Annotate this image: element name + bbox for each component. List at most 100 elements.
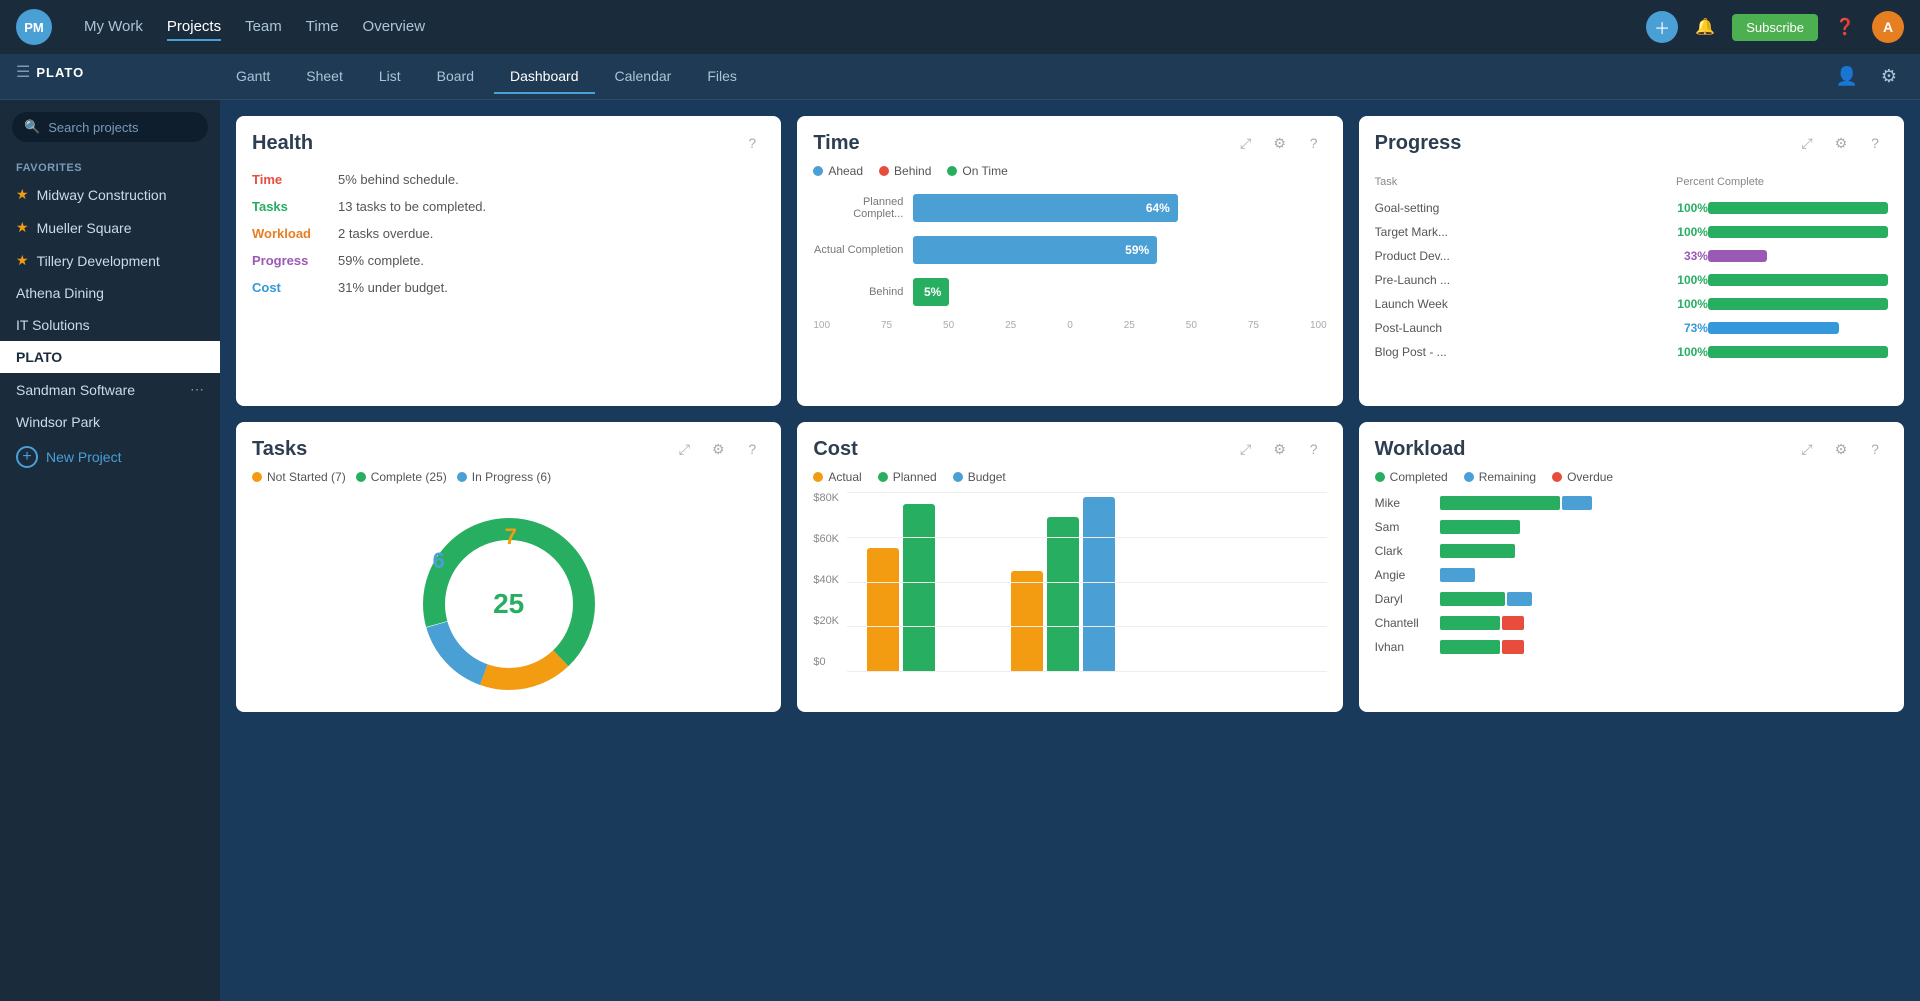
- tab-calendar[interactable]: Calendar: [599, 60, 688, 94]
- actual-label: Actual Completion: [813, 244, 903, 256]
- cost-bar-group-1: [867, 504, 971, 672]
- time-bar-planned: Planned Complet... 64%: [813, 194, 1326, 222]
- progress-body: Task Percent Complete Goal-setting 100% …: [1359, 164, 1904, 380]
- workload-row-chantell: Chantell: [1375, 616, 1888, 630]
- chantell-overdue: [1502, 616, 1524, 630]
- workload-settings-icon[interactable]: ⚙: [1828, 436, 1854, 462]
- table-row: Target Mark... 100%: [1375, 220, 1888, 244]
- tab-dashboard[interactable]: Dashboard: [494, 60, 595, 94]
- tab-gantt[interactable]: Gantt: [220, 60, 286, 94]
- subscribe-button[interactable]: Subscribe: [1732, 14, 1818, 41]
- col-task: Task: [1375, 172, 1668, 196]
- health-label-time: Time: [252, 172, 322, 187]
- search-box[interactable]: 🔍 Search projects: [12, 112, 208, 142]
- tab-board[interactable]: Board: [421, 60, 490, 94]
- remaining-dot: [1464, 472, 1474, 482]
- cost-help-icon[interactable]: ?: [1301, 436, 1327, 462]
- progress-settings-icon[interactable]: ⚙: [1828, 130, 1854, 156]
- tasks-legend: Not Started (7) Complete (25) In Progres…: [236, 470, 781, 496]
- nav-team[interactable]: Team: [245, 14, 282, 41]
- progress-expand-icon[interactable]: ⤢: [1794, 130, 1820, 156]
- health-label-workload: Workload: [252, 226, 322, 241]
- health-row-time: Time 5% behind schedule.: [252, 172, 765, 187]
- workload-help-icon[interactable]: ?: [1862, 436, 1888, 462]
- tab-sheet[interactable]: Sheet: [290, 60, 359, 94]
- progress-help-icon[interactable]: ?: [1862, 130, 1888, 156]
- avatar[interactable]: A: [1872, 11, 1904, 43]
- cost-settings-icon[interactable]: ⚙: [1267, 436, 1293, 462]
- nav-projects[interactable]: Projects: [167, 14, 221, 41]
- cost-card-header: Cost ⤢ ⚙ ?: [797, 422, 1342, 470]
- tasks-expand-icon[interactable]: ⤢: [671, 436, 697, 462]
- health-value-tasks: 13 tasks to be completed.: [338, 199, 486, 214]
- main-content: Health ? Time 5% behind schedule. Tasks …: [220, 100, 1920, 1001]
- sub-nav-items: Gantt Sheet List Board Dashboard Calenda…: [220, 60, 753, 94]
- health-body: Time 5% behind schedule. Tasks 13 tasks …: [236, 164, 781, 323]
- health-row-workload: Workload 2 tasks overdue.: [252, 226, 765, 241]
- star-icon: ★: [16, 186, 29, 203]
- health-label-tasks: Tasks: [252, 199, 322, 214]
- bell-icon[interactable]: 🔔: [1690, 12, 1720, 42]
- chantell-completed: [1440, 616, 1500, 630]
- cost-bar-group-2: [1011, 497, 1115, 672]
- new-project-button[interactable]: + New Project: [0, 438, 220, 476]
- person-icon[interactable]: 👤: [1832, 62, 1862, 92]
- table-row: Pre-Launch ... 100%: [1375, 268, 1888, 292]
- tasks-help-icon[interactable]: ?: [739, 436, 765, 462]
- sidebar-item-midway[interactable]: ★ Midway Construction: [0, 178, 220, 211]
- y-label-80k: $80K: [813, 492, 839, 504]
- time-help-icon[interactable]: ?: [1301, 130, 1327, 156]
- more-icon[interactable]: ⋯: [190, 381, 204, 398]
- sub-nav: ☰ PLATO Gantt Sheet List Board Dashboard…: [0, 54, 1920, 100]
- tab-files[interactable]: Files: [691, 60, 753, 94]
- sidebar-item-athena[interactable]: Athena Dining: [0, 277, 220, 309]
- cost-expand-icon[interactable]: ⤢: [1233, 436, 1259, 462]
- clark-completed: [1440, 544, 1515, 558]
- nav-overview[interactable]: Overview: [363, 14, 426, 41]
- help-icon[interactable]: ❓: [1830, 12, 1860, 42]
- nav-time[interactable]: Time: [306, 14, 339, 41]
- nav-right: ＋ 🔔 Subscribe ❓ A: [1646, 11, 1904, 43]
- complete-dot: [356, 472, 366, 482]
- donut-chart: 25 6 7: [409, 504, 609, 704]
- workload-expand-icon[interactable]: ⤢: [1794, 436, 1820, 462]
- y-label-20k: $20K: [813, 615, 839, 627]
- table-row: Goal-setting 100%: [1375, 196, 1888, 220]
- donut-container: 25 6 7: [236, 496, 781, 712]
- time-axis: 100 75 50 25 0 25 50 75 100: [813, 320, 1326, 331]
- tab-list[interactable]: List: [363, 60, 417, 94]
- time-expand-icon[interactable]: ⤢: [1233, 130, 1259, 156]
- health-row-cost: Cost 31% under budget.: [252, 280, 765, 295]
- cost-chart-area: $80K $60K $40K $20K $0: [797, 492, 1342, 672]
- legend-remaining-w: Remaining: [1464, 470, 1536, 484]
- health-value-time: 5% behind schedule.: [338, 172, 459, 187]
- sidebar-item-it[interactable]: IT Solutions: [0, 309, 220, 341]
- sidebar-item-mueller[interactable]: ★ Mueller Square: [0, 211, 220, 244]
- sub-nav-right: 👤 ⚙: [1832, 62, 1904, 92]
- health-value-progress: 59% complete.: [338, 253, 424, 268]
- logo[interactable]: PM: [16, 9, 52, 45]
- table-row: Product Dev... 33%: [1375, 244, 1888, 268]
- nav-my-work[interactable]: My Work: [84, 14, 143, 41]
- sidebar-item-label: Mueller Square: [37, 220, 132, 236]
- col-pct: Percent Complete: [1668, 172, 1888, 196]
- overdue-dot: [1552, 472, 1562, 482]
- sidebar-item-windsor[interactable]: Windsor Park: [0, 406, 220, 438]
- add-icon[interactable]: ＋: [1646, 11, 1678, 43]
- budget-dot: [953, 472, 963, 482]
- workload-rows: Mike Sam Clark: [1359, 496, 1904, 654]
- sidebar-item-plato[interactable]: PLATO: [0, 341, 220, 373]
- favorites-label: Favorites: [0, 154, 220, 178]
- settings-icon[interactable]: ⚙: [1874, 62, 1904, 92]
- health-help-icon[interactable]: ?: [739, 130, 765, 156]
- legend-behind: Behind: [879, 164, 931, 178]
- sidebar-item-sandman[interactable]: Sandman Software ⋯: [0, 373, 220, 406]
- legend-planned: Planned: [878, 470, 937, 484]
- sidebar-item-tillery[interactable]: ★ Tillery Development: [0, 244, 220, 277]
- cost-card: Cost ⤢ ⚙ ? Actual Planned Budget: [797, 422, 1342, 712]
- time-settings-icon[interactable]: ⚙: [1267, 130, 1293, 156]
- tasks-settings-icon[interactable]: ⚙: [705, 436, 731, 462]
- y-label-40k: $40K: [813, 574, 839, 586]
- star-icon: ★: [16, 219, 29, 236]
- mike-remaining: [1562, 496, 1592, 510]
